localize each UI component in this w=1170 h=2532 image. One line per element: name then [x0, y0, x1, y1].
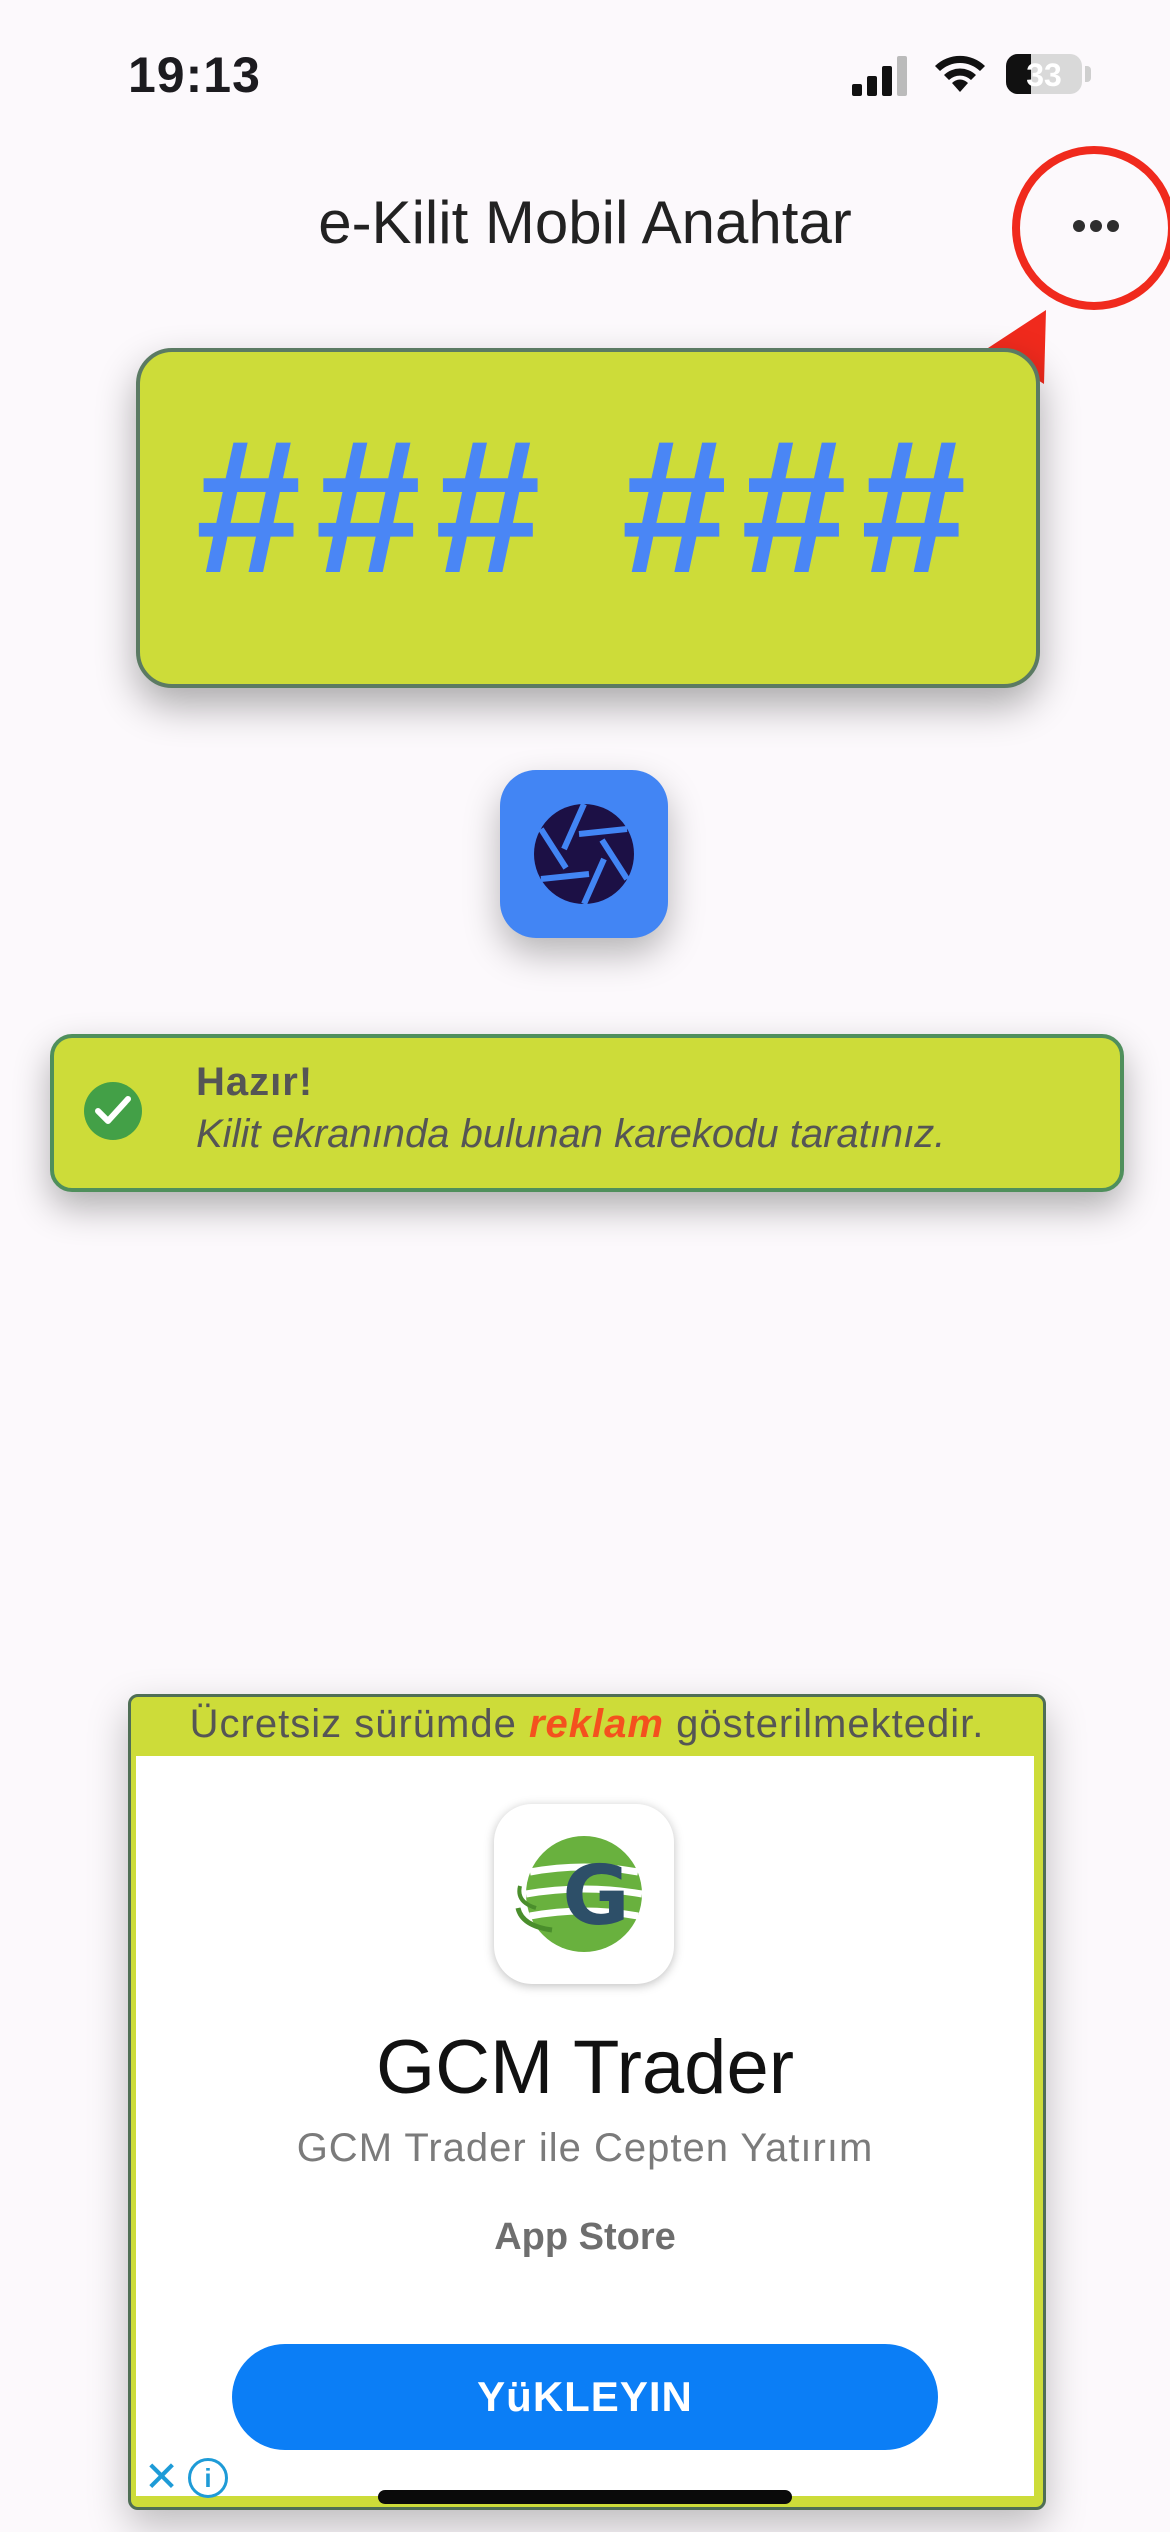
svg-text:G: G	[562, 1849, 629, 1944]
ad-app-name[interactable]: GCM Trader	[136, 2024, 1034, 2111]
ad-notice-after: gösterilmektedir.	[663, 1702, 985, 1746]
ad-notice: Ücretsiz sürümde reklam gösterilmektedir…	[128, 1702, 1046, 1747]
camera-shutter-icon	[534, 804, 634, 904]
ad-info-icon[interactable]: i	[188, 2458, 228, 2498]
home-indicator[interactable]	[378, 2490, 792, 2504]
gcm-globe-logo: G	[515, 1836, 643, 1952]
ad-notice-before: Ücretsiz sürümde	[189, 1702, 529, 1746]
scan-qr-button[interactable]	[500, 770, 668, 938]
ad-notice-highlight: reklam	[528, 1702, 664, 1746]
ad-tagline: GCM Trader ile Cepten Yatırım	[296, 2126, 874, 2170]
ad-close-icon[interactable]: ✕	[144, 2456, 179, 2498]
install-button[interactable]: YüKLEYIN	[232, 2344, 938, 2450]
ad-store-label: App Store	[494, 2216, 676, 2258]
check-circle-icon	[84, 1082, 142, 1140]
status-message: Kilit ekranında bulunan karekodu taratın…	[196, 1112, 946, 1156]
gcm-app-icon[interactable]: G	[494, 1804, 674, 1984]
status-title: Hazır!	[196, 1060, 314, 1104]
code-value: ### ###	[195, 401, 981, 613]
